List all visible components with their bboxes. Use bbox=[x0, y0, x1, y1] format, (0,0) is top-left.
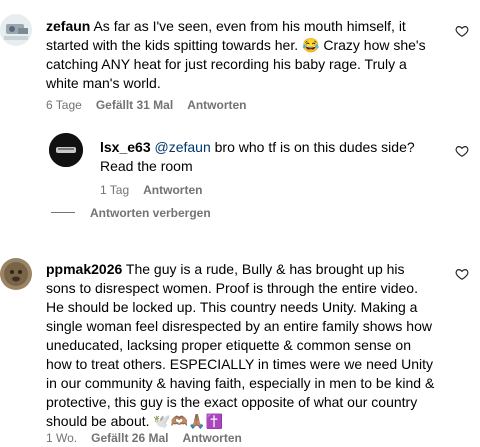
comment-meta: 6 Tage Gefällt 31 Mal Antworten bbox=[46, 97, 247, 113]
heart-outline-icon[interactable] bbox=[455, 144, 469, 158]
comment-meta: 1 Tag Antworten bbox=[100, 182, 202, 198]
avatar[interactable] bbox=[0, 258, 32, 290]
hide-replies-label[interactable]: Antworten verbergen bbox=[90, 205, 211, 221]
reply-button[interactable]: Antworten bbox=[183, 430, 242, 446]
likes-count[interactable]: Gefällt 31 Mal bbox=[96, 97, 173, 113]
comment-meta: 1 Wo. Gefällt 26 Mal Antworten bbox=[46, 430, 242, 446]
comment-time: 6 Tage bbox=[46, 98, 82, 112]
avatar[interactable] bbox=[0, 14, 32, 46]
comment-time: 1 Tag bbox=[100, 183, 130, 197]
heart-outline-icon[interactable] bbox=[455, 267, 469, 281]
avatar[interactable] bbox=[49, 133, 83, 167]
comment-body: zefaun As far as I've seen, even from hi… bbox=[46, 17, 426, 93]
likes-count[interactable]: Gefällt 26 Mal bbox=[91, 430, 168, 446]
comment-body: ppmak2026 The guy is a rude, Bully & has… bbox=[46, 260, 436, 431]
hide-replies-line bbox=[51, 212, 75, 213]
comment-username[interactable]: lsx_e63 bbox=[100, 139, 151, 155]
reply-body: lsx_e63 @zefaun bro who tf is on this du… bbox=[100, 138, 430, 176]
hide-replies-button[interactable]: Antworten verbergen bbox=[90, 205, 211, 221]
comment-username[interactable]: ppmak2026 bbox=[46, 261, 122, 277]
mention-link[interactable]: @zefaun bbox=[155, 139, 211, 155]
heart-outline-icon[interactable] bbox=[455, 24, 469, 38]
comment-username[interactable]: zefaun bbox=[46, 18, 90, 34]
comment-time: 1 Wo. bbox=[46, 431, 78, 445]
comment-text: The guy is a rude, Bully & has brought u… bbox=[46, 261, 435, 429]
reply-button[interactable]: Antworten bbox=[143, 182, 202, 198]
comment-text: As far as I've seen, even from his mouth… bbox=[46, 18, 426, 91]
reply-button[interactable]: Antworten bbox=[187, 97, 246, 113]
